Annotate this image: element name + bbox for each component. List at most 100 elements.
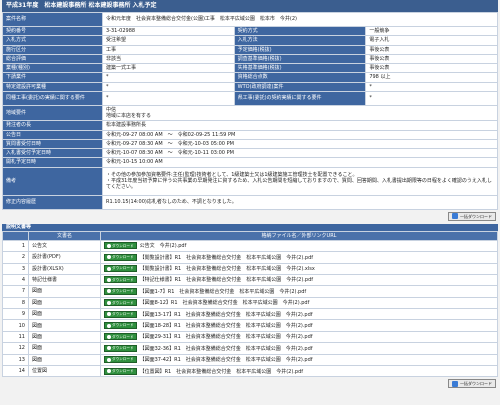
doc-filename[interactable]: 【位置図】R1 社会資本整備総合交付金 松本平広域公園 今井(2).pdf — [140, 369, 303, 375]
download-button[interactable]: ダウンロード — [104, 287, 137, 295]
download-button[interactable]: ダウンロード — [104, 356, 137, 364]
doc-name: 特記仕様書 — [28, 273, 101, 287]
info-value: 受注希望 — [102, 35, 235, 46]
download-icon — [107, 243, 111, 248]
doc-number: 2 — [2, 251, 29, 264]
page-title: 平成31年度 松本建設事務所 松本建設事務所 入札予定 — [6, 2, 157, 9]
doc-filename[interactable]: 【図面13-17】R1 社会資本整備総合交付金 松本平広域公園 今井(2).pd… — [140, 312, 313, 318]
doc-number: 9 — [2, 308, 29, 321]
info-value: ・その他の参加参加資格要件:主任(監理)技術者として、1級建築士又は1級建築施工… — [102, 166, 498, 196]
download-all-button[interactable]: 一括ダウンロード — [448, 211, 496, 221]
download-button[interactable]: ダウンロード — [104, 242, 137, 250]
info-label: 総合評価 — [2, 53, 103, 65]
doc-filename[interactable]: 【図面29-31】R1 社会資本整備総合交付金 松本平広域公園 今井(2).pd… — [140, 334, 313, 340]
doc-number: 11 — [2, 330, 29, 344]
doc-row: 12 図面 ダウンロード 【図面32-36】R1 社会資本整備総合交付金 松本平広域公… — [2, 342, 498, 355]
doc-number: 8 — [2, 296, 29, 310]
download-button[interactable]: ダウンロード — [104, 367, 137, 375]
doc-filename[interactable]: 【特記仕様書】R1 社会資本整備総合交付金 松本平広域公園 今井(2).pdf — [140, 277, 313, 283]
doc-name: 図面 — [28, 296, 101, 310]
info-row: 案件名称 令和元年度 社会資本整備総合交付金(公園)工事 松本平広域公園 松本市 … — [2, 12, 498, 27]
download-all-row-bottom: 一括ダウンロード — [2, 377, 498, 391]
info-label: 地域要件 — [2, 104, 103, 122]
download-button[interactable]: ダウンロード — [104, 333, 137, 341]
download-button[interactable]: ダウンロード — [104, 310, 137, 318]
download-icon — [107, 357, 111, 362]
doc-filename[interactable]: 【図面8-12】R1 社会資本整備総合交付金 松本平広域公園 今井(2).pdf — [140, 300, 310, 306]
doc-row: 10 図面 ダウンロード 【図面18-28】R1 社会資本整備総合交付金 松本平広域公… — [2, 319, 498, 332]
doc-filename[interactable]: 【閲覧設計書】R1 社会資本整備総合交付金 松本平広域公園 今井(2).xlsx — [140, 266, 315, 272]
info-row: 備考 ・その他の参加参加資格要件:主任(監理)技術者として、1級建築士又は1級建築… — [2, 166, 498, 196]
info-label: 修正内容履歴 — [2, 194, 103, 210]
download-icon — [107, 255, 111, 260]
info-value-secondary: 事後公表 — [365, 44, 498, 55]
download-label: ダウンロード — [112, 254, 134, 259]
doc-name: 図面 — [28, 330, 101, 344]
doc-name: 設計書(XLSX) — [28, 262, 101, 275]
download-button[interactable]: ダウンロード — [104, 276, 137, 284]
download-button[interactable]: ダウンロード — [104, 265, 137, 273]
info-label-secondary: 資格総合点数 — [233, 72, 367, 83]
doc-file-cell: ダウンロード 【特記仕様書】R1 社会資本整備総合交付金 松本平広域公園 今井(2… — [100, 273, 498, 287]
docs-section-title: 説明文書等 — [2, 223, 498, 231]
download-label: ダウンロード — [112, 266, 134, 271]
info-row: 発注者の長 松本建設事務所長 — [2, 120, 498, 131]
info-value-secondary: 事後公表 — [365, 62, 498, 74]
doc-file-cell: ダウンロード 【閲覧設計書】R1 社会資本整備総合交付金 松本平広域公園 今井(2… — [100, 262, 498, 275]
info-row: 総合評価 非該当 調査基準価格(税抜) 事後公表 — [2, 53, 498, 65]
info-label-secondary: 失格基準価格(税抜) — [233, 62, 367, 74]
download-icon — [107, 312, 111, 317]
doc-filename[interactable]: 公告文 今井(2).pdf — [140, 243, 187, 249]
info-label: 下請業件 — [2, 72, 103, 83]
doc-name: 図面 — [28, 308, 101, 321]
download-all-button-bottom[interactable]: 一括ダウンロード — [448, 379, 496, 389]
doc-number: 10 — [2, 319, 29, 332]
download-button[interactable]: ダウンロード — [104, 322, 137, 330]
doc-row: 3 設計書(XLSX) ダウンロード 【閲覧設計書】R1 社会資本整備総合交付金 松本… — [2, 262, 498, 275]
doc-file-cell: ダウンロード 【図面13-17】R1 社会資本整備総合交付金 松本平広域公園 今井… — [100, 308, 498, 321]
info-row: 修正内容履歴 R1.10.15(14:00)応札者なしのため、不調となりました。 — [2, 194, 498, 210]
doc-row: 11 図面 ダウンロード 【図面29-31】R1 社会資本整備総合交付金 松本平広域公… — [2, 330, 498, 344]
doc-filename[interactable]: 【図面18-28】R1 社会資本整備総合交付金 松本平広域公園 今井(2).pd… — [140, 323, 313, 329]
page: 平成31年度 松本建設事務所 松本建設事務所 入札予定 案件名称 令和元年度 社会… — [0, 0, 500, 405]
page-header: 平成31年度 松本建設事務所 松本建設事務所 入札予定 — [2, 0, 498, 12]
doc-filename[interactable]: 【図面32-36】R1 社会資本整備総合交付金 松本平広域公園 今井(2).pd… — [140, 346, 313, 352]
download-button[interactable]: ダウンロード — [104, 344, 137, 352]
doc-name: 公告文 — [28, 239, 101, 253]
doc-filename[interactable]: 【図面37-42】R1 社会資本整備総合交付金 松本平広域公園 今井(2).pd… — [140, 357, 313, 363]
download-label: ダウンロード — [112, 357, 134, 362]
doc-filename[interactable]: 【図面1-7】R1 社会資本整備総合交付金 松本平広域公園 今井(2).pdf — [140, 289, 307, 295]
doc-file-cell: ダウンロード 【閲覧設計書】R1 社会資本整備総合交付金 松本平広域公園 今井(2… — [100, 251, 498, 264]
download-label: ダウンロード — [112, 311, 134, 316]
download-icon — [107, 300, 111, 305]
download-icon — [107, 334, 111, 339]
doc-name: 設計書(PDF) — [28, 251, 101, 264]
info-value: 令和元-10-15 10:00 AM — [102, 157, 498, 168]
col-num-header — [2, 230, 29, 241]
download-icon — [107, 323, 111, 328]
download-label: ダウンロード — [112, 243, 134, 248]
doc-number: 1 — [2, 239, 29, 253]
doc-file-cell: ダウンロード 【図面32-36】R1 社会資本整備総合交付金 松本平広域公園 今井… — [100, 342, 498, 355]
download-label: ダウンロード — [112, 277, 134, 282]
download-button[interactable]: ダウンロード — [104, 253, 137, 261]
doc-file-cell: ダウンロード 【位置図】R1 社会資本整備総合交付金 松本平広域公園 今井(2).… — [100, 365, 498, 378]
doc-number: 3 — [2, 262, 29, 275]
info-label: 案件名称 — [2, 12, 103, 27]
info-value: * — [102, 81, 235, 92]
download-icon — [452, 380, 458, 387]
info-value-secondary: 798 以上 — [365, 72, 498, 83]
info-row: 公告日 令和元-09-27 08:00 AM ～ 令和02-09-25 11:59… — [2, 129, 498, 140]
doc-number: 7 — [2, 285, 29, 298]
download-all-label: 一括ダウンロード — [460, 213, 492, 219]
info-row: 特定建設許可業種 * WTO(政府調達)案件 * — [2, 81, 498, 92]
info-label: 同種工事(委託)の実績に関する要件 — [2, 90, 103, 106]
doc-number: 14 — [2, 365, 29, 378]
info-value-secondary: 電子入札 — [365, 35, 498, 46]
info-row: 入札方式 受注希望 入札方法 電子入札 — [2, 35, 498, 46]
info-row: 質問書受付日時 令和元-09-27 08:30 AM ～ 令和元-10-03 05… — [2, 138, 498, 150]
info-value: 令和元-09-27 08:30 AM ～ 令和元-10-03 05:00 PM — [102, 138, 498, 150]
info-row: 開札予定日時 令和元-10-15 10:00 AM — [2, 157, 498, 168]
doc-filename[interactable]: 【閲覧設計書】R1 社会資本整備総合交付金 松本平広域公園 今井(2).pdf — [140, 255, 313, 261]
download-button[interactable]: ダウンロード — [104, 299, 137, 307]
